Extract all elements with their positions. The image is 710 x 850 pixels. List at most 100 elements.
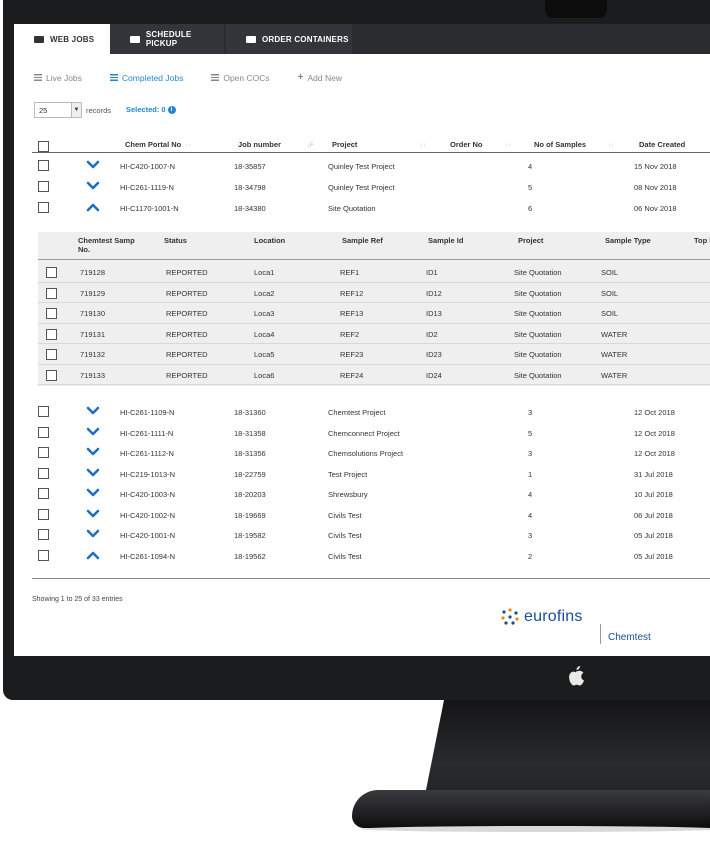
row-checkbox[interactable] [38, 160, 49, 171]
chevron-down-icon[interactable] [86, 426, 100, 436]
cell-samp-no: 719133 [80, 370, 106, 380]
col-no-samples[interactable]: No of Samples ↓↑ [534, 140, 614, 149]
subnav-live-jobs[interactable]: Live Jobs [34, 72, 82, 83]
row-checkbox[interactable] [38, 202, 49, 213]
col-job-number[interactable]: Job number ↓F [238, 140, 314, 149]
col-project[interactable]: Project [518, 236, 543, 245]
records-select[interactable]: 25 ▼ [34, 102, 82, 118]
selected-count[interactable]: Selected: 0 i [126, 105, 176, 114]
table-row[interactable]: HI-C261-1094-N 18-19562 Civils Test 2 05 Jul… [32, 546, 710, 566]
cell-portal-no: HI-C420-1002-N [120, 510, 176, 520]
sample-checkbox[interactable] [46, 308, 57, 319]
row-checkbox[interactable] [38, 447, 49, 458]
sample-row[interactable]: 719128 REPORTED Loca1 REF1 ID1 Site Quotation… [38, 262, 710, 283]
cell-sample-ref: REF23 [340, 350, 364, 359]
table-row[interactable]: HI-C420-1007-N 18-35857 Quinley Test Proje… [32, 156, 710, 176]
cell-project: Chemconnect Project [328, 428, 400, 438]
table-row[interactable]: HI-C261-1119-N 18-34798 Quinley Test Proje… [32, 177, 710, 197]
cell-status: REPORTED [166, 288, 208, 298]
table-row[interactable]: HI-C420-1001-N 18-19582 Civils Test 3 05 Jul… [32, 525, 710, 545]
cell-samp-no: 719128 [80, 268, 106, 277]
cell-portal-no: HI-C420-1001-N [120, 531, 176, 540]
col-date-created[interactable]: Date Created [639, 140, 685, 149]
row-checkbox[interactable] [38, 488, 49, 499]
cell-samp-no: 719132 [80, 350, 106, 359]
sample-row[interactable]: 719133 REPORTED Loca6 REF24 ID24 Site Quotati… [38, 365, 710, 385]
sample-row[interactable]: 719129 REPORTED Loca2 REF12 ID12 Site Quotati… [38, 283, 710, 303]
table-row[interactable]: HI-C420-1003-N 18-20203 Shrewsbury 4 10 Jul … [32, 484, 710, 504]
sample-row[interactable]: 719130 REPORTED Loca3 REF13 ID13 Site Quotati… [38, 303, 710, 324]
cell-samples: 3 [528, 449, 533, 458]
cell-portal-no: HI-C261-1112-N [120, 449, 174, 458]
subnav-open-cocs[interactable]: Open COCs [211, 72, 270, 83]
records-value: 25 [39, 105, 48, 115]
subnav-completed-jobs[interactable]: Completed Jobs [109, 72, 183, 83]
cell-date: 06 Jul 2018 [634, 510, 673, 520]
cell-portal-no: HI-C261-1094-N [120, 551, 176, 561]
cell-samples: 3 [528, 531, 533, 540]
row-checkbox[interactable] [38, 426, 49, 438]
cell-project: Quinley Test Project [328, 162, 395, 171]
sample-checkbox[interactable] [46, 267, 57, 278]
row-checkbox[interactable] [38, 549, 49, 561]
col-sample-ref[interactable]: Sample Ref [342, 236, 383, 245]
table-row[interactable]: HI-C261-1112-N 18-31356 Chemsolutions Proj… [32, 443, 710, 463]
subnav-label: Open COCs [223, 72, 270, 83]
cell-sample-ref: REF1 [340, 268, 360, 277]
row-checkbox[interactable] [38, 467, 49, 479]
col-samp-no[interactable]: Chemtest Samp No. [78, 236, 135, 254]
col-top[interactable]: Top I [694, 236, 710, 245]
cell-project: Chemsolutions Project [328, 449, 404, 458]
table-row[interactable]: HI-C1170-1001-N 18-34380 Site Quotation 6 06… [32, 198, 710, 218]
monitor-stand-base [352, 790, 710, 828]
chevron-down-icon[interactable]: ▼ [71, 103, 81, 117]
col-project[interactable]: Project ↓↑ [332, 140, 425, 149]
subnav-add-new[interactable]: + Add New [298, 72, 342, 83]
sample-checkbox[interactable] [46, 287, 57, 299]
chevron-down-icon[interactable] [86, 405, 100, 415]
chevron-down-icon[interactable] [86, 446, 100, 456]
cell-samp-no: 719129 [80, 288, 106, 298]
row-checkbox[interactable] [38, 529, 49, 540]
col-order-no[interactable]: Order No ↓↑ [450, 140, 511, 149]
table-row[interactable]: HI-C261-1111-N 18-31358 Chemconnect Projec… [32, 423, 710, 443]
chevron-down-icon[interactable] [86, 180, 100, 190]
sample-row[interactable]: 719131 REPORTED Loca4 REF2 ID2 Site Quotation… [38, 324, 710, 344]
cell-job-number: 18-34380 [234, 204, 266, 213]
table-row[interactable]: HI-C420-1002-N 18-19669 Civils Test 4 06 Jul… [32, 505, 710, 525]
col-chem-portal[interactable]: Chem Portal No ↓↑ [125, 140, 191, 149]
subnav-label: Add New [307, 72, 342, 83]
tab-schedule-pickup[interactable]: SCHEDULE PICKUP [110, 24, 224, 54]
row-checkbox[interactable] [38, 406, 49, 417]
select-all-checkbox[interactable] [38, 141, 49, 152]
chevron-down-icon[interactable] [86, 159, 100, 169]
row-checkbox[interactable] [38, 508, 49, 520]
row-checkbox[interactable] [38, 181, 49, 192]
sample-row[interactable]: 719132 REPORTED Loca5 REF23 ID23 Site Quotati… [38, 344, 710, 365]
chevron-up-icon[interactable] [86, 201, 100, 212]
chevron-down-icon[interactable] [86, 528, 100, 538]
sample-checkbox[interactable] [46, 349, 57, 360]
info-icon[interactable]: i [167, 105, 176, 114]
col-sample-type[interactable]: Sample Type [605, 236, 651, 245]
cell-job-number: 18-31360 [234, 408, 266, 417]
sample-checkbox[interactable] [46, 328, 57, 340]
tab-order-containers[interactable]: ORDER CONTAINERS [226, 24, 352, 54]
table-row[interactable]: HI-C219-1013-N 18-22759 Test Project 1 31 Ju… [32, 464, 710, 484]
chevron-down-icon[interactable] [86, 508, 100, 518]
tab-web-jobs[interactable]: WEB JOBS [14, 24, 110, 54]
chevron-down-icon[interactable] [86, 467, 100, 477]
col-sample-id[interactable]: Sample Id [428, 236, 463, 245]
tab-label: WEB JOBS [50, 34, 95, 44]
col-location[interactable]: Location [254, 236, 285, 245]
sample-checkbox[interactable] [46, 369, 57, 381]
table-row[interactable]: HI-C261-1109-N 18-31360 Chemtest Project 3 1… [32, 402, 710, 422]
cell-samp-no: 719131 [80, 329, 106, 339]
tab-label: SCHEDULE PICKUP [145, 30, 192, 48]
col-status[interactable]: Status [164, 236, 187, 245]
cell-project: Site Quotation [328, 204, 376, 213]
chevron-down-icon[interactable] [86, 487, 100, 497]
cell-date: 10 Jul 2018 [634, 490, 673, 499]
cell-project: Site Quotation [514, 309, 562, 318]
chevron-up-icon[interactable] [86, 549, 100, 559]
